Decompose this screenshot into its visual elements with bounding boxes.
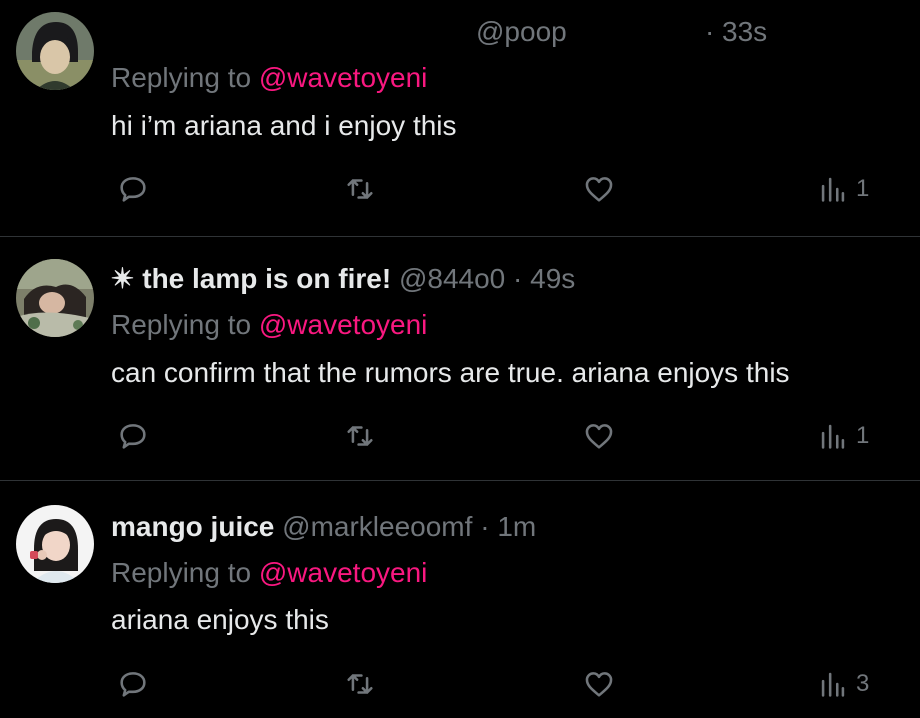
views-count: 1 — [856, 175, 870, 202]
reply-icon — [120, 672, 146, 697]
reply-text: can confirm that the rumors are true. ar… — [111, 357, 790, 388]
repost-icon — [347, 426, 373, 446]
reply-button[interactable] — [116, 419, 150, 453]
redaction-box — [566, 14, 696, 52]
repost-icon — [347, 179, 373, 199]
reply-header: mango juice @markleeoomf · 1m — [111, 511, 536, 543]
reply-item[interactable]: mango juice @markleeoomf · 1m Replying t… — [0, 481, 920, 718]
separator-dot: · — [705, 16, 715, 47]
timestamp[interactable]: 1m — [497, 511, 536, 542]
display-name[interactable]: mango juice — [111, 511, 274, 542]
user-handle[interactable]: @markleeoomf — [282, 511, 472, 542]
replying-to-line: Replying to @wavetoyeni — [111, 62, 427, 94]
repost-icon — [347, 674, 373, 694]
reply-button[interactable] — [116, 172, 150, 206]
analytics-icon — [821, 424, 845, 449]
timestamp[interactable]: 33s — [722, 16, 767, 48]
repost-button[interactable] — [342, 419, 378, 453]
repost-button[interactable] — [342, 667, 378, 701]
separator-dot: · — [513, 263, 523, 294]
views-button[interactable]: 1 — [818, 419, 869, 453]
analytics-icon — [821, 672, 845, 697]
reply-item[interactable]: @poop · 33s Replying to @wavetoyeni hi i… — [0, 0, 920, 236]
heart-icon — [585, 177, 613, 202]
separator-dot: · — [480, 511, 490, 542]
reply-header: ✴ the lamp is on fire! @844o0 · 49s — [111, 262, 575, 295]
reply-text: ariana enjoys this — [111, 604, 329, 635]
views-button[interactable]: 1 — [818, 172, 869, 206]
mention-link[interactable]: @wavetoyeni — [259, 62, 428, 93]
replying-to-line: Replying to @wavetoyeni — [111, 309, 427, 341]
reply-icon — [120, 424, 146, 449]
repost-button[interactable] — [342, 172, 378, 206]
replying-prefix: Replying to — [111, 557, 252, 588]
avatar-photo-icon — [16, 505, 94, 583]
like-button[interactable] — [582, 667, 616, 701]
views-count: 3 — [856, 670, 870, 697]
user-handle[interactable]: @poop — [476, 16, 567, 48]
replying-to-line: Replying to @wavetoyeni — [111, 557, 427, 589]
reply-text: hi i’m ariana and i enjoy this — [111, 110, 457, 141]
avatar-dark-hair-icon — [16, 12, 94, 90]
replying-prefix: Replying to — [111, 62, 252, 93]
views-count: 1 — [856, 422, 870, 449]
heart-icon — [585, 672, 613, 697]
like-button[interactable] — [582, 172, 616, 206]
reply-item[interactable]: ✴ the lamp is on fire! @844o0 · 49s Repl… — [0, 237, 920, 480]
analytics-icon — [821, 177, 845, 202]
avatar[interactable] — [16, 505, 94, 583]
display-name[interactable]: ✴ the lamp is on fire! — [111, 263, 391, 294]
reply-button[interactable] — [116, 667, 150, 701]
reply-icon — [120, 177, 146, 202]
timestamp[interactable]: 49s — [530, 263, 575, 294]
avatar[interactable] — [16, 259, 94, 337]
mention-link[interactable]: @wavetoyeni — [259, 309, 428, 340]
user-handle[interactable]: @844o0 — [399, 263, 505, 294]
views-button[interactable]: 3 — [818, 667, 869, 701]
replying-prefix: Replying to — [111, 309, 252, 340]
like-button[interactable] — [582, 419, 616, 453]
mention-link[interactable]: @wavetoyeni — [259, 557, 428, 588]
avatar-photo-icon — [16, 259, 94, 337]
heart-icon — [585, 424, 613, 449]
avatar[interactable] — [16, 12, 94, 90]
